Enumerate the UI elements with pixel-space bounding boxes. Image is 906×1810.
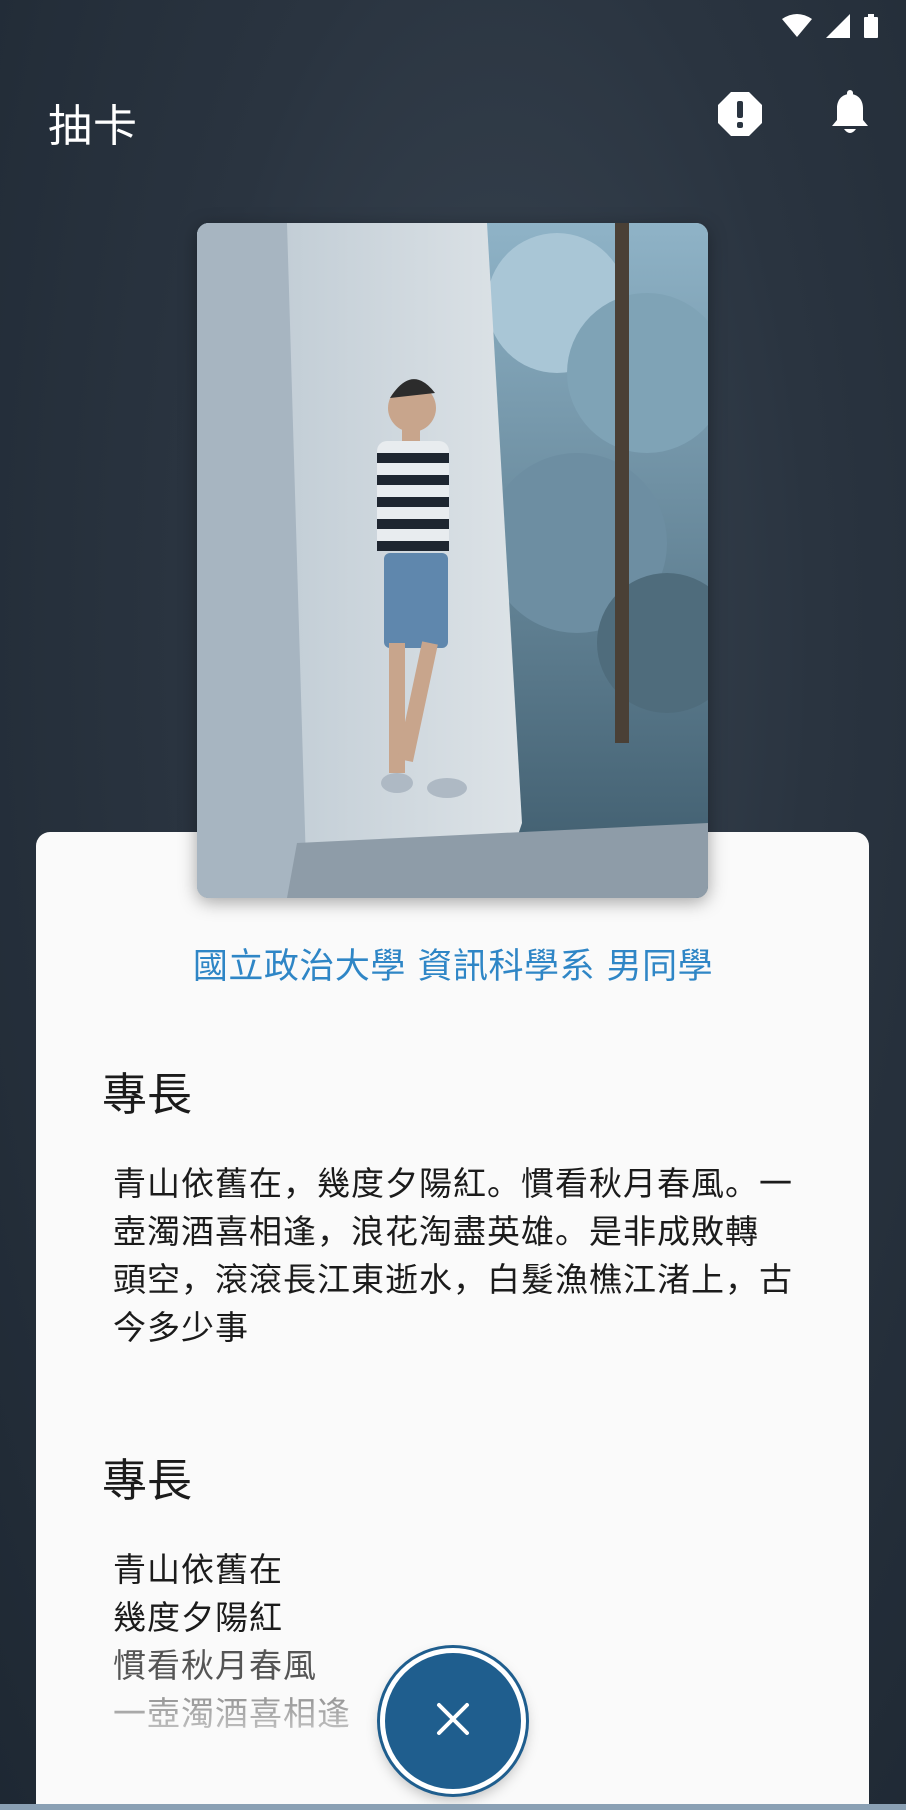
profile-photo: [197, 223, 708, 898]
page-title: 抽卡: [48, 101, 138, 152]
section-title-skills-2: 專長: [102, 1454, 193, 1507]
paragraph-line: 青山依舊在，幾度夕陽紅。慣看秋月春風。一: [113, 1164, 793, 1203]
section-title-skills: 專長: [102, 1068, 193, 1121]
skills-paragraph: 青山依舊在，幾度夕陽紅。慣看秋月春風。一 壺濁酒喜相逢，浪花淘盡英雄。是非成敗轉…: [113, 1160, 803, 1352]
notifications-button[interactable]: [822, 88, 878, 144]
status-icons: [782, 14, 878, 42]
app-bar: 抽卡: [0, 56, 906, 180]
bell-icon: [829, 90, 871, 142]
close-button[interactable]: [380, 1648, 526, 1794]
navigation-edge: [0, 1804, 906, 1810]
report-button[interactable]: [712, 88, 768, 144]
wifi-icon: [782, 14, 812, 42]
paragraph-line: 壺濁酒喜相逢，浪花淘盡英雄。是非成敗轉: [113, 1212, 759, 1251]
status-bar: [0, 0, 906, 56]
battery-icon: [864, 14, 878, 42]
alert-octagon-icon: [717, 91, 763, 141]
school-department-gender: 國立政治大學 資訊科學系 男同學: [192, 947, 714, 987]
screen: 抽卡 國立政治大學 資訊科學系 男同學 專長 青山依舊在，幾度夕陽紅。慣看秋月春…: [0, 0, 906, 1810]
list-item: 幾度夕陽紅: [113, 1598, 283, 1637]
list-item: 慣看秋月春風: [113, 1646, 317, 1685]
paragraph-line: 今多少事: [113, 1308, 249, 1347]
paragraph-line: 頭空，滾滾長江東逝水，白髮漁樵江渚上，古: [113, 1260, 793, 1299]
cell-signal-icon: [826, 14, 850, 42]
close-icon: [435, 1701, 471, 1741]
list-item: 青山依舊在: [113, 1550, 283, 1589]
